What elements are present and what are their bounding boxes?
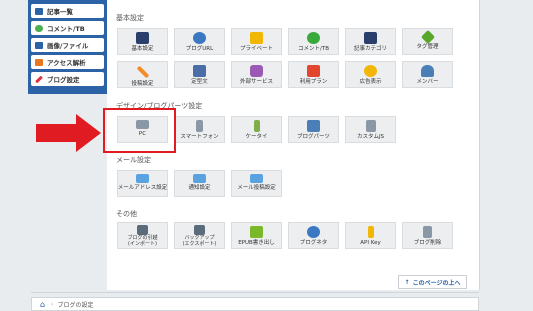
tile-tag-management[interactable]: タグ管理	[402, 28, 453, 55]
arrow-up-icon: ↑	[404, 278, 410, 286]
import-icon	[137, 225, 148, 235]
tile-custom-js[interactable]: カスタムJS	[345, 116, 396, 143]
www-icon	[193, 32, 206, 44]
envelope-send-icon	[250, 174, 263, 183]
js-file-icon	[365, 120, 376, 132]
tile-mail-post[interactable]: メール投稿設定	[231, 170, 282, 197]
image-icon	[35, 41, 43, 49]
tile-basic-settings[interactable]: 基本設定	[117, 28, 168, 55]
sidebar-item-comments[interactable]: コメント/TB	[31, 21, 104, 35]
sidebar-item-blog-settings[interactable]: ブログ設定	[31, 72, 104, 86]
tile-private[interactable]: プライベート	[231, 28, 282, 55]
tile-api-key[interactable]: API Key	[345, 222, 396, 249]
users-icon	[421, 65, 434, 77]
tile-mobile-phone[interactable]: ケータイ	[231, 116, 282, 143]
blocks-icon	[307, 120, 320, 132]
chat-icon	[307, 226, 320, 238]
wrench-icon	[35, 75, 43, 83]
sidebar-item-analytics[interactable]: アクセス解析	[31, 55, 104, 69]
sidebar-item-label: ブログ設定	[47, 76, 80, 84]
puzzle-icon	[250, 65, 263, 77]
sidebar-item-label: コメント/TB	[47, 25, 85, 33]
trash-icon	[423, 226, 432, 238]
divider	[31, 292, 479, 293]
tile-mail-address[interactable]: メールアドレス設定	[117, 170, 168, 197]
pencil-icon	[136, 65, 149, 79]
highlight-box	[103, 108, 176, 153]
tile-template-text[interactable]: 定型文	[174, 61, 225, 88]
chevron-right-icon: ›	[51, 300, 54, 308]
section-title-other: その他	[116, 210, 137, 218]
key-icon	[367, 226, 374, 238]
section-title-basic: 基本設定	[116, 14, 144, 22]
house-icon	[136, 32, 149, 44]
breadcrumb: ⌂ › ブログの設定	[31, 297, 479, 311]
chart-icon	[35, 58, 43, 66]
tile-article-category[interactable]: 記事カテゴリ	[345, 28, 396, 55]
tile-post-settings[interactable]: 投稿設定	[117, 61, 168, 88]
folder-icon	[364, 32, 377, 44]
tile-smartphone[interactable]: スマートフォン	[174, 116, 225, 143]
tile-delete-blog[interactable]: ブログ削除	[402, 222, 453, 249]
tile-comment-tb[interactable]: コメント/TB	[288, 28, 339, 55]
sidebar-item-articles[interactable]: 記事一覧	[31, 4, 104, 18]
home-icon[interactable]: ⌂	[40, 300, 45, 309]
card-icon	[307, 65, 320, 77]
sidebar-item-label: 画像/ファイル	[47, 42, 89, 50]
envelope-icon	[136, 174, 149, 183]
tile-backup[interactable]: バックアップ (エクスポート)	[174, 222, 225, 249]
sidebar: 記事一覧 コメント/TB 画像/ファイル アクセス解析 ブログ設定	[28, 0, 107, 94]
envelope-alert-icon	[193, 174, 206, 183]
tile-blog-parts[interactable]: ブログパーツ	[288, 116, 339, 143]
tag-icon	[420, 29, 435, 45]
page-top-label: このページの上へ	[412, 279, 461, 287]
tile-blog-url[interactable]: ブログURL	[174, 28, 225, 55]
mobile-phone-icon	[253, 120, 260, 132]
tile-usage-plan[interactable]: 利用プラン	[288, 61, 339, 88]
coin-icon	[364, 65, 377, 77]
backup-icon	[194, 225, 205, 235]
speech-bubble-icon	[307, 32, 320, 44]
page-top-button[interactable]: ↑ このページの上へ	[398, 275, 467, 289]
sidebar-item-label: アクセス解析	[47, 59, 86, 67]
epub-icon	[250, 226, 263, 238]
tile-import[interactable]: ブログの引越 (インポート)	[117, 222, 168, 249]
comment-icon	[35, 24, 43, 32]
sidebar-item-images[interactable]: 画像/ファイル	[31, 38, 104, 52]
breadcrumb-current: ブログの設定	[57, 301, 94, 309]
tile-notification[interactable]: 通知設定	[174, 170, 225, 197]
smartphone-icon	[196, 120, 203, 132]
tile-ad-display[interactable]: 広告表示	[345, 61, 396, 88]
tile-epub-export[interactable]: EPUB書き出し	[231, 222, 282, 249]
tile-external-services[interactable]: 外部サービス	[231, 61, 282, 88]
sidebar-item-label: 記事一覧	[47, 8, 73, 16]
tile-blog-topics[interactable]: ブログネタ	[288, 222, 339, 249]
tile-members[interactable]: メンバー	[402, 61, 453, 88]
section-title-mail: メール設定	[116, 156, 151, 164]
document-icon	[193, 65, 206, 77]
lock-icon	[250, 32, 263, 44]
red-arrow-icon	[36, 114, 101, 152]
article-icon	[35, 7, 43, 15]
